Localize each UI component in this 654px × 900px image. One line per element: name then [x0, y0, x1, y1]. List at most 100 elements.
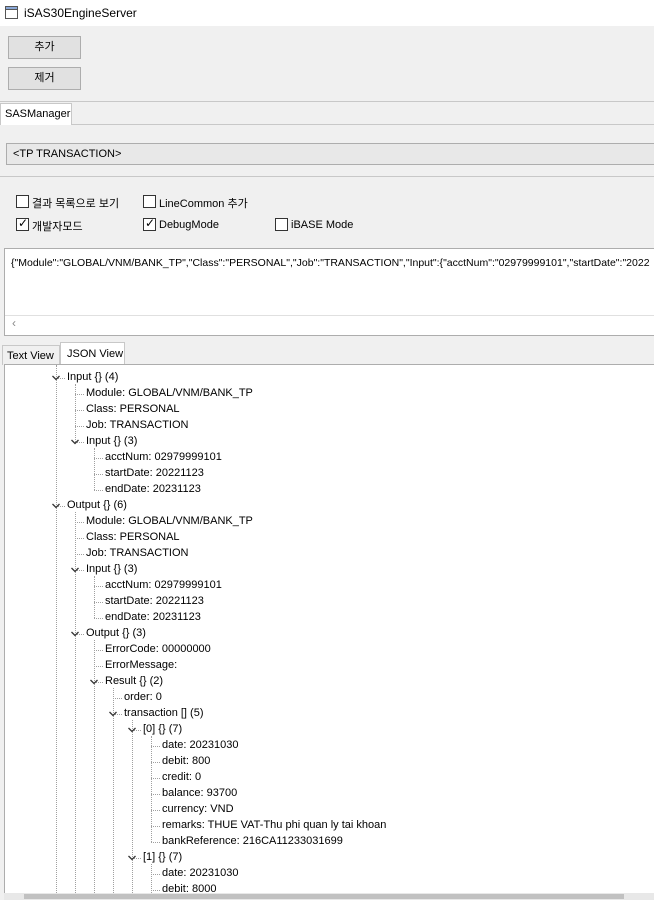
tree-connector [75, 554, 84, 555]
tree-connector [151, 842, 160, 843]
tree-connector [151, 762, 160, 763]
tree-node[interactable]: remarks: THUE VAT-Thu phi quan ly tai kh… [162, 819, 386, 835]
tree-connector [75, 394, 84, 395]
scrollbar-thumb[interactable] [24, 894, 624, 899]
tree-connector [75, 410, 84, 411]
tree-node[interactable]: Job: TRANSACTION [86, 547, 189, 563]
divider [0, 101, 654, 102]
debug-mode-checkbox[interactable]: ✓ [143, 216, 156, 231]
tab-strip-line [72, 124, 654, 125]
tree-connector [94, 490, 103, 491]
tree-connector [94, 474, 103, 475]
tree-node[interactable]: Class: PERSONAL [86, 531, 180, 547]
tree-node[interactable]: order: 0 [124, 691, 162, 707]
tree-connector [94, 586, 103, 587]
tree-connector [94, 618, 103, 619]
app-window-icon [5, 6, 18, 19]
tree-node[interactable]: startDate: 20221123 [105, 467, 204, 483]
chevron-down-icon[interactable] [51, 373, 61, 383]
tree-connector [75, 426, 84, 427]
tree-connector [94, 650, 103, 651]
tree-node[interactable]: transaction [] (5) [124, 707, 203, 723]
tree-node[interactable]: Output {} (6) [67, 499, 127, 515]
divider [0, 176, 654, 177]
tree-connector [151, 826, 160, 827]
line-common-label: LineCommon 추가 [159, 198, 248, 210]
tree-node[interactable]: Result {} (2) [105, 675, 163, 691]
tree-node[interactable]: ErrorCode: 00000000 [105, 643, 211, 659]
horizontal-scrollbar[interactable] [5, 315, 654, 316]
tree-connector [151, 810, 160, 811]
tree-connector [113, 688, 114, 899]
tree-node[interactable]: Input {} (3) [86, 435, 137, 451]
chevron-down-icon[interactable] [127, 725, 137, 735]
view-as-list-label: 결과 목록으로 보기 [32, 198, 120, 210]
tree-connector [151, 874, 160, 875]
check-icon: ✓ [145, 216, 156, 230]
horizontal-scrollbar[interactable] [4, 893, 654, 900]
ibase-mode-label: iBASE Mode [291, 219, 354, 231]
tree-node[interactable]: date: 20231030 [162, 739, 238, 755]
tree-node[interactable]: debit: 800 [162, 755, 210, 771]
tree-node[interactable]: acctNum: 02979999101 [105, 579, 222, 595]
tree-node[interactable]: Output {} (3) [86, 627, 146, 643]
tree-node[interactable]: Class: PERSONAL [86, 403, 180, 419]
json-tree-view[interactable]: Input {} (4) Module: GLOBAL/VNM/BANK_TP Cl… [4, 364, 654, 900]
scroll-left-icon[interactable]: ‹ [12, 316, 16, 330]
tab-sasmanager[interactable]: SASManager [0, 103, 72, 125]
chevron-down-icon[interactable] [127, 853, 137, 863]
chevron-down-icon[interactable] [51, 501, 61, 511]
line-common-checkbox[interactable] [143, 195, 156, 208]
window-title: iSAS30EngineServer [24, 6, 137, 20]
tree-connector [75, 384, 76, 442]
tree-node[interactable]: date: 20231030 [162, 867, 238, 883]
tree-connector [151, 890, 160, 891]
dev-mode-label: 개발자모드 [32, 221, 83, 233]
dev-mode-checkbox[interactable]: ✓ [16, 216, 29, 231]
tree-connector [94, 576, 95, 618]
check-icon: ✓ [18, 216, 29, 230]
tree-node[interactable]: bankReference: 216CA11233031699 [162, 835, 343, 851]
chevron-down-icon[interactable] [70, 437, 80, 447]
tree-node[interactable]: startDate: 20221123 [105, 595, 204, 611]
tree-node[interactable]: endDate: 20231123 [105, 483, 201, 499]
tab-text-view[interactable]: Text View [2, 345, 60, 365]
ibase-mode-checkbox[interactable] [275, 218, 288, 231]
tree-node[interactable]: Job: TRANSACTION [86, 419, 189, 435]
chevron-down-icon[interactable] [70, 629, 80, 639]
add-button[interactable]: 추가 [8, 36, 81, 59]
remove-button[interactable]: 제거 [8, 67, 81, 90]
tree-connector [75, 522, 84, 523]
job-select[interactable]: <TP TRANSACTION> [6, 143, 654, 165]
tab-json-view[interactable]: JSON View [60, 342, 125, 365]
debug-mode-label: DebugMode [159, 219, 219, 231]
tree-connector [113, 698, 122, 699]
tree-node[interactable]: Module: GLOBAL/VNM/BANK_TP [86, 515, 253, 531]
tree-connector [151, 794, 160, 795]
tree-node[interactable]: credit: 0 [162, 771, 201, 787]
tree-connector [75, 538, 84, 539]
view-as-list-checkbox[interactable] [16, 195, 29, 208]
tree-connector [94, 602, 103, 603]
tree-connector [151, 778, 160, 779]
tree-node[interactable]: currency: VND [162, 803, 234, 819]
tree-node[interactable]: endDate: 20231123 [105, 611, 201, 627]
tree-node[interactable]: [1] {} (7) [143, 851, 182, 867]
tree-node[interactable]: acctNum: 02979999101 [105, 451, 222, 467]
title-bar: iSAS30EngineServer [0, 0, 654, 26]
tree-connector [56, 365, 57, 899]
tree-connector [94, 448, 95, 490]
tree-connector [132, 720, 133, 899]
tree-connector [94, 458, 103, 459]
tree-node[interactable]: Input {} (4) [67, 371, 118, 387]
chevron-down-icon[interactable] [108, 709, 118, 719]
tree-connector [94, 666, 103, 667]
tree-node[interactable]: balance: 93700 [162, 787, 237, 803]
tree-node[interactable]: Input {} (3) [86, 563, 137, 579]
json-input-field[interactable]: {"Module":"GLOBAL/VNM/BANK_TP","Class":"… [4, 248, 654, 336]
tree-node[interactable]: Module: GLOBAL/VNM/BANK_TP [86, 387, 253, 403]
chevron-down-icon[interactable] [70, 565, 80, 575]
chevron-down-icon[interactable] [89, 677, 99, 687]
tree-node[interactable]: ErrorMessage: [105, 659, 177, 675]
tree-node[interactable]: [0] {} (7) [143, 723, 182, 739]
